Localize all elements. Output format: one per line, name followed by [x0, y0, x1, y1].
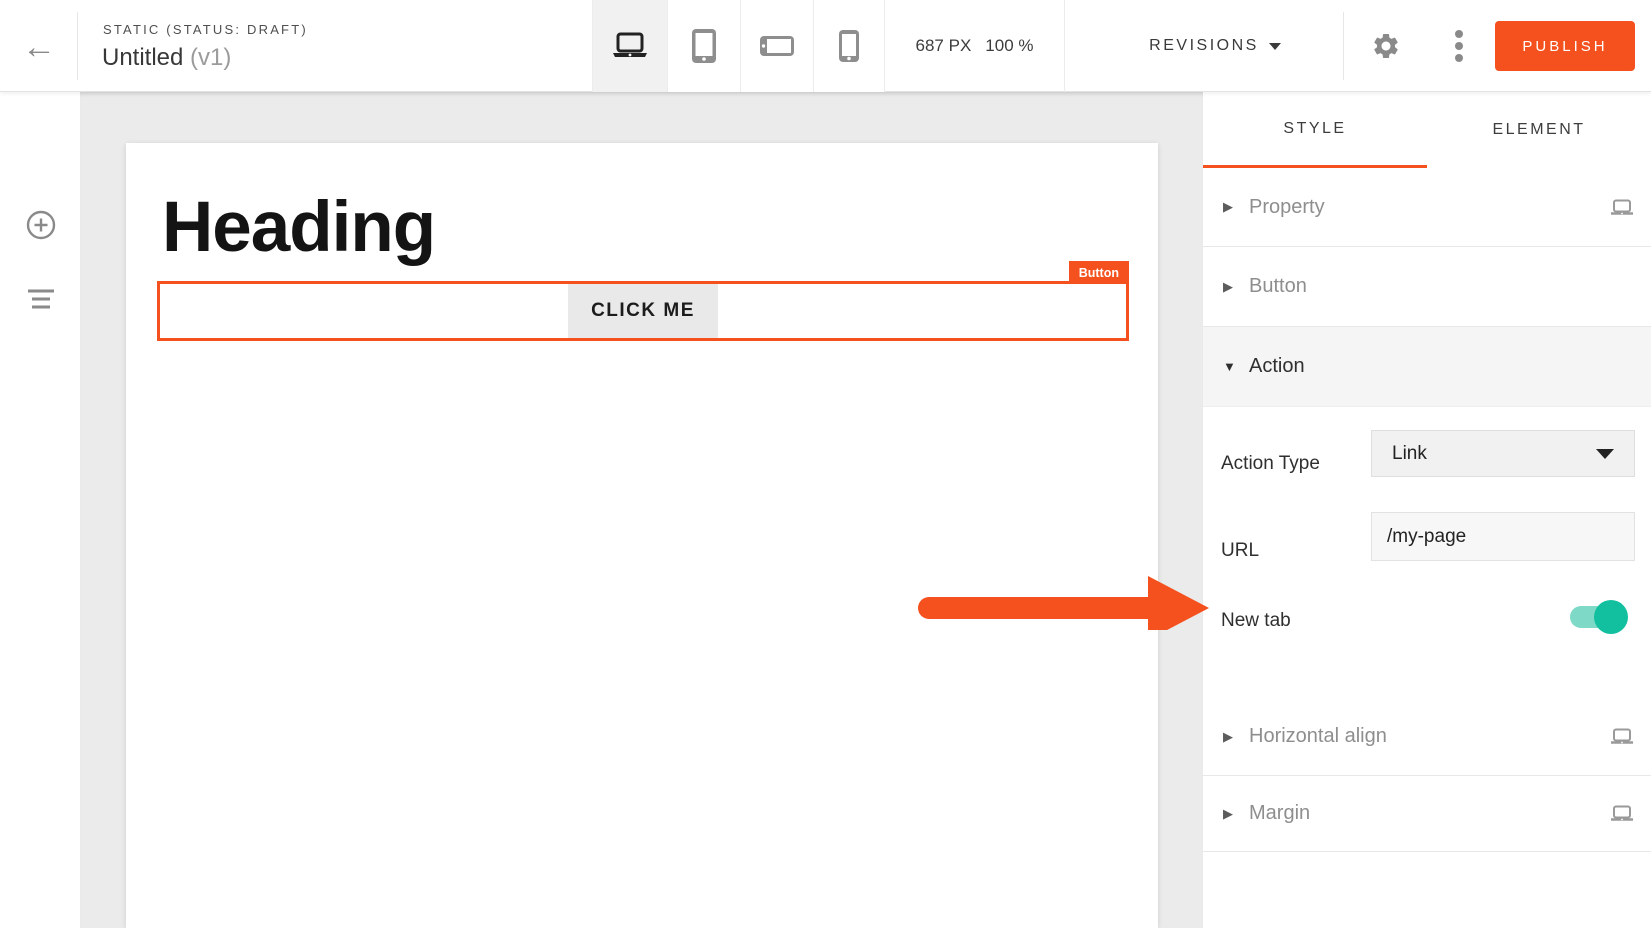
page-heading[interactable]: Heading — [162, 187, 435, 268]
style-panel: STYLE ELEMENT ▶ Property ▶ Button ▼ Acti… — [1203, 92, 1651, 928]
action-type-dropdown[interactable]: Link — [1371, 430, 1635, 477]
more-options-button[interactable] — [1439, 26, 1479, 66]
section-property[interactable]: ▶ Property — [1203, 168, 1651, 247]
page-button-element[interactable]: CLICK ME — [568, 284, 718, 338]
section-button[interactable]: ▶ Button — [1203, 247, 1651, 327]
gear-icon — [1371, 31, 1401, 61]
laptop-breakpoint-icon — [1610, 199, 1634, 216]
new-tab-label: New tab — [1221, 610, 1291, 632]
chevron-right-icon: ▶ — [1223, 279, 1249, 295]
section-label: Horizontal align — [1249, 725, 1387, 748]
chevron-down-icon — [1596, 449, 1614, 459]
selection-tag: Button — [1069, 261, 1129, 284]
tab-element[interactable]: ELEMENT — [1427, 92, 1651, 168]
publish-button[interactable]: PUBLISH — [1495, 21, 1635, 71]
document-name: Untitled — [102, 44, 183, 71]
page-preview[interactable]: Heading Button CLICK ME — [126, 143, 1158, 928]
page-builder-app: ← STATIC (STATUS: DRAFT) Untitled (v1) — [0, 0, 1651, 928]
new-tab-toggle[interactable] — [1570, 599, 1628, 635]
document-version: (v1) — [190, 44, 231, 71]
settings-button[interactable] — [1366, 26, 1406, 66]
topbar: ← STATIC (STATUS: DRAFT) Untitled (v1) — [0, 0, 1651, 92]
chevron-right-icon: ▶ — [1223, 199, 1249, 215]
action-section-content: Action Type Link URL New tab — [1203, 407, 1651, 698]
chevron-down-icon: ▼ — [1223, 359, 1249, 374]
phone-portrait-icon — [838, 29, 860, 63]
zoom-level-value: 100 % — [985, 36, 1033, 56]
action-type-value: Link — [1392, 443, 1427, 465]
circle-plus-icon — [25, 209, 57, 241]
topbar-divider — [77, 12, 78, 80]
section-horizontal-align[interactable]: ▶ Horizontal align — [1203, 698, 1651, 776]
back-button[interactable]: ← — [18, 26, 60, 68]
topbar-divider — [1343, 12, 1344, 80]
section-action[interactable]: ▼ Action — [1203, 327, 1651, 407]
section-label: Action — [1249, 355, 1305, 378]
url-label: URL — [1221, 540, 1259, 562]
laptop-breakpoint-icon — [1610, 728, 1634, 745]
toggle-knob — [1594, 600, 1628, 634]
element-list-button[interactable] — [20, 278, 62, 320]
device-tablet-button[interactable] — [667, 0, 740, 92]
selected-element-outline[interactable]: Button CLICK ME — [157, 281, 1129, 341]
section-margin[interactable]: ▶ Margin — [1203, 776, 1651, 852]
laptop-icon — [610, 31, 650, 61]
editor-canvas: Heading Button CLICK ME — [80, 92, 1203, 928]
chevron-right-icon: ▶ — [1223, 806, 1249, 822]
arrow-left-icon: ← — [22, 28, 56, 66]
viewport-info: 687 PX 100 % — [885, 0, 1065, 92]
device-desktop-button[interactable] — [592, 0, 667, 92]
document-title: Untitled (v1) — [102, 44, 231, 72]
tablet-icon — [689, 28, 719, 64]
left-toolbar — [0, 92, 80, 928]
document-status: STATIC (STATUS: DRAFT) — [103, 22, 308, 37]
phone-landscape-icon — [759, 35, 795, 57]
section-label: Margin — [1249, 802, 1310, 825]
laptop-breakpoint-icon — [1610, 805, 1634, 822]
action-type-label: Action Type — [1221, 453, 1320, 475]
device-phone-portrait-button[interactable] — [813, 0, 885, 92]
url-input[interactable] — [1371, 512, 1635, 561]
add-element-button[interactable] — [20, 204, 62, 246]
section-label: Button — [1249, 275, 1307, 298]
section-label: Property — [1249, 196, 1325, 219]
kebab-icon — [1455, 26, 1463, 66]
layers-list-icon — [26, 288, 56, 310]
viewport-width-value: 687 PX — [916, 36, 972, 56]
revisions-label: REVISIONS — [1149, 37, 1259, 55]
tab-style[interactable]: STYLE — [1203, 92, 1427, 168]
device-phone-landscape-button[interactable] — [740, 0, 813, 92]
chevron-right-icon: ▶ — [1223, 729, 1249, 745]
panel-tabs: STYLE ELEMENT — [1203, 92, 1651, 168]
chevron-down-icon — [1269, 43, 1281, 50]
revisions-button[interactable]: REVISIONS — [1110, 0, 1320, 92]
